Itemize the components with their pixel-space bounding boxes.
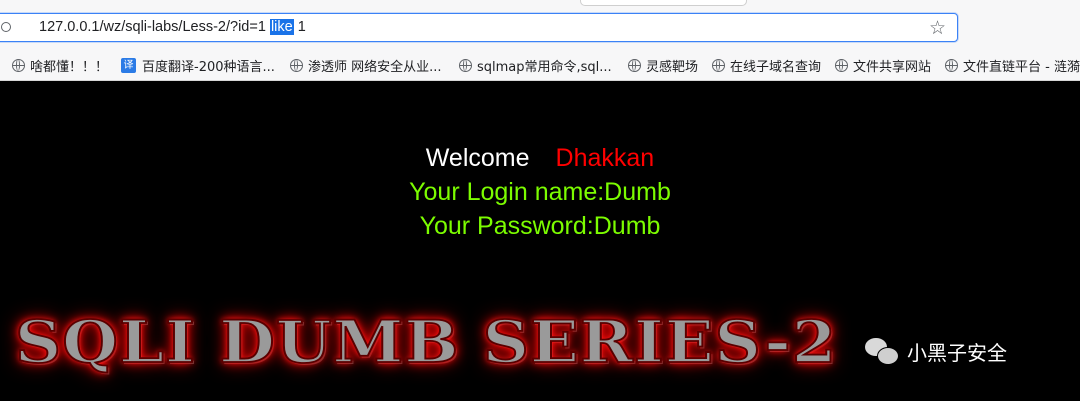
bookmarks-bar: 啥都懂！！！ 译 百度翻译-200种语言... 渗透师 网络安全从业... sq… [0, 52, 1080, 78]
page-content: Welcome Dhakkan Your Login name:Dumb Your… [0, 81, 1080, 401]
url-part: 127.0.0.1/wz/sqli-labs/Less-2/?id=1 [39, 19, 270, 35]
watermark-text: 小黑子安全 [907, 341, 1007, 365]
bookmark-label: 文件直链平台 - 涟漪 [963, 60, 1080, 75]
bookmark-item[interactable]: sqlmap常用命令,sql... [459, 56, 612, 75]
series-banner: SQLI DUMB SERIES-2 [14, 308, 838, 377]
url-selection: like [269, 19, 294, 35]
bookmark-item[interactable]: 文件共享网站 [835, 56, 931, 75]
globe-icon [290, 59, 303, 72]
user-name: Dhakkan [555, 144, 655, 172]
address-bar[interactable]: 127.0.0.1/wz/sqli-labs/Less-2/?id=1 like… [0, 13, 958, 42]
welcome-text: Welcome [425, 144, 530, 172]
url-text[interactable]: 127.0.0.1/wz/sqli-labs/Less-2/?id=1 like… [39, 19, 306, 35]
translate-icon: 译 [121, 58, 136, 73]
wechat-icon [865, 337, 899, 366]
tab-strip [0, 0, 1080, 12]
password-text: Your Password:Dumb [419, 212, 661, 240]
bookmark-item[interactable]: 啥都懂！！！ [12, 56, 108, 75]
browser-chrome: 127.0.0.1/wz/sqli-labs/Less-2/?id=1 like… [0, 0, 1080, 81]
site-info-icon[interactable] [1, 22, 11, 32]
bookmark-item[interactable]: 渗透师 网络安全从业... [290, 56, 442, 75]
bookmark-label: sqlmap常用命令,sql... [477, 60, 612, 75]
globe-icon [945, 59, 958, 72]
bookmark-item[interactable]: 文件直链平台 - 涟漪 [945, 56, 1080, 75]
bookmark-label: 文件共享网站 [853, 60, 932, 75]
globe-icon [12, 59, 25, 72]
bookmark-item[interactable]: 灵感靶场 [628, 56, 698, 75]
globe-icon [459, 59, 472, 72]
globe-icon [628, 59, 641, 72]
bookmark-label: 渗透师 网络安全从业... [308, 60, 442, 75]
globe-icon [712, 59, 725, 72]
url-part: 1 [293, 19, 306, 35]
tab[interactable] [580, 0, 747, 6]
globe-icon [835, 59, 848, 72]
bookmark-label: 啥都懂！！！ [30, 60, 109, 75]
bookmark-label: 灵感靶场 [646, 60, 699, 75]
login-name-text: Your Login name:Dumb [409, 178, 671, 206]
welcome-line: Welcome Dhakkan [0, 144, 1080, 173]
bookmark-star-icon[interactable]: ☆ [929, 17, 946, 39]
bookmark-label: 在线子域名查询 [730, 60, 822, 75]
bookmark-item[interactable]: 在线子域名查询 [712, 56, 821, 75]
bookmark-item[interactable]: 译 百度翻译-200种语言... [121, 56, 275, 75]
bookmark-label: 百度翻译-200种语言... [142, 60, 275, 75]
watermark: 小黑子安全 [865, 337, 1007, 366]
